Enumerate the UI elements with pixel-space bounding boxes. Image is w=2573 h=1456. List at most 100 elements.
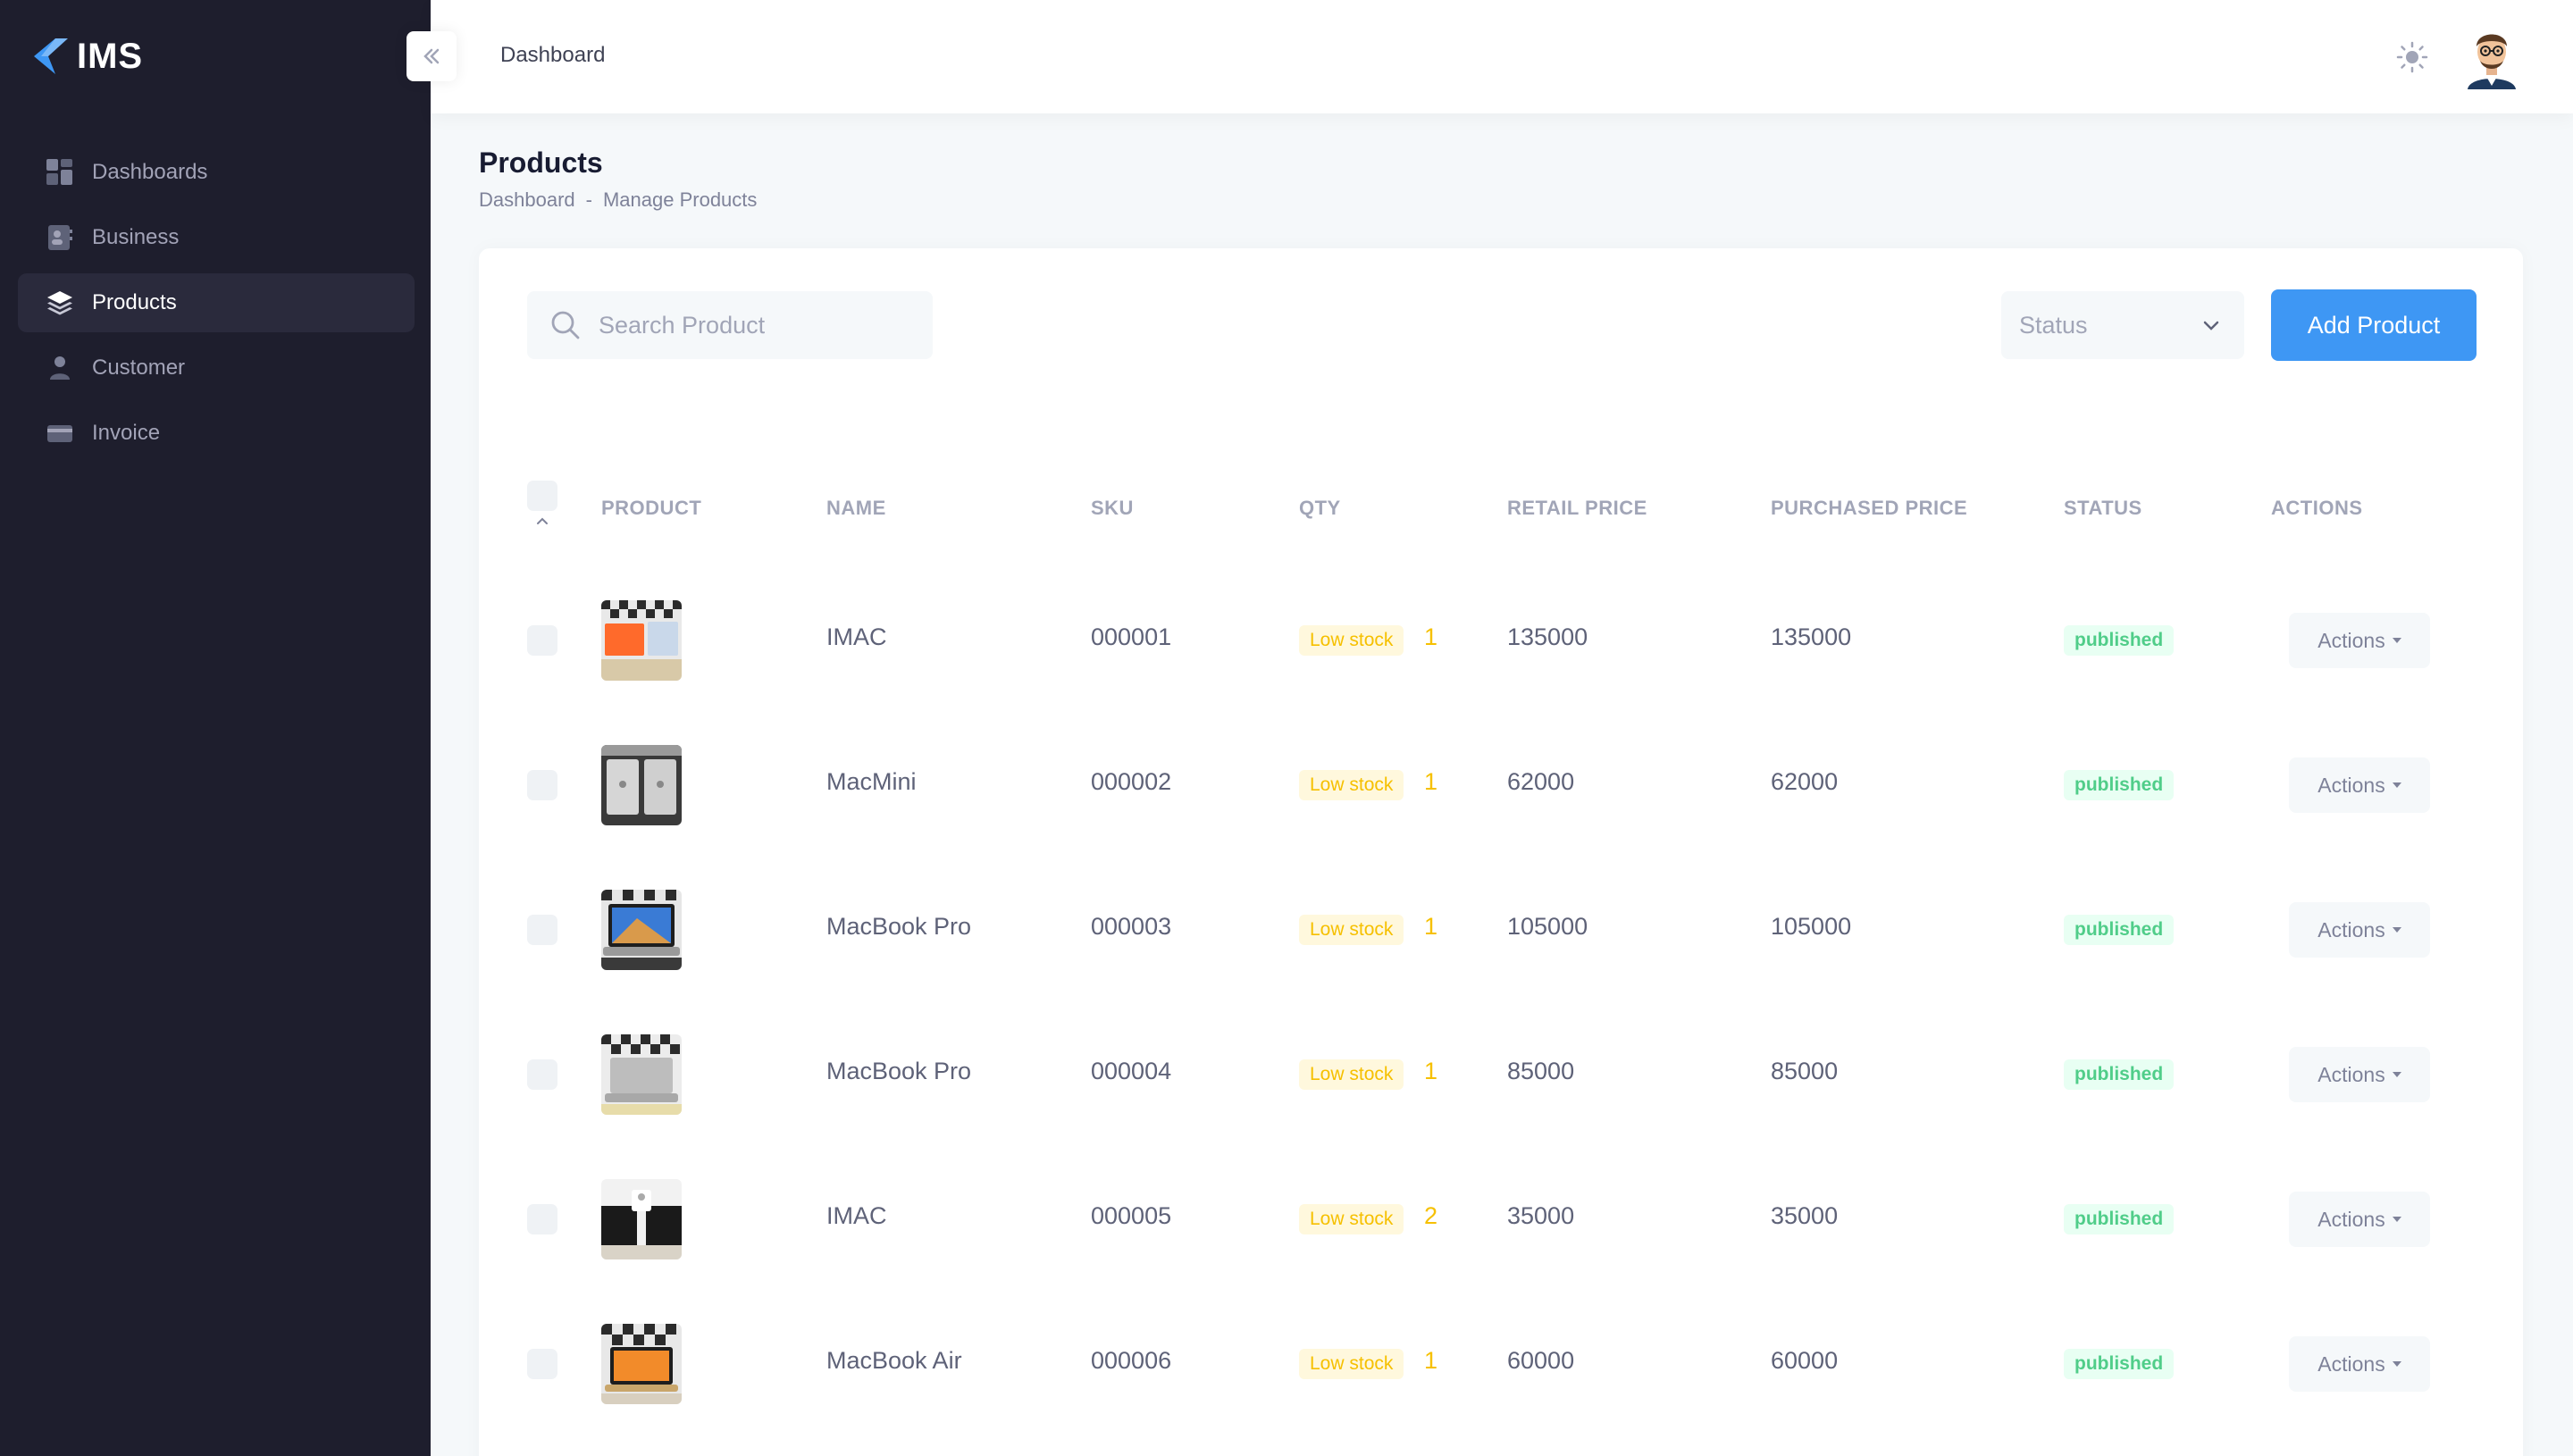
product-name: MacBook Air — [826, 1347, 962, 1374]
sidebar-item-invoice[interactable]: Invoice — [18, 404, 415, 463]
row-checkbox[interactable] — [527, 915, 557, 945]
actions-dropdown-button[interactable]: Actions — [2289, 613, 2430, 668]
row-checkbox[interactable] — [527, 1204, 557, 1234]
column-header-name[interactable]: NAME — [826, 497, 886, 520]
sidebar-item-customer[interactable]: Customer — [18, 339, 415, 397]
caret-down-icon — [2392, 638, 2401, 643]
actions-dropdown-button[interactable]: Actions — [2289, 1047, 2430, 1102]
low-stock-badge: Low stock — [1299, 625, 1404, 656]
low-stock-badge: Low stock — [1299, 1059, 1404, 1090]
chevron-down-icon — [2203, 321, 2219, 331]
row-checkbox[interactable] — [527, 625, 557, 656]
table-header: PRODUCT NAME SKU QTY RETAIL PRICE PURCHA… — [479, 479, 2523, 532]
product-name: MacBook Pro — [826, 1058, 972, 1084]
breadcrumb-item-dashboard[interactable]: Dashboard — [479, 188, 575, 212]
column-header-qty[interactable]: QTY — [1299, 497, 1341, 520]
products-card: Status Add Product PRODUCT NAME SKU QTY … — [479, 248, 2523, 1456]
business-icon — [46, 224, 73, 251]
table-row[interactable]: IMAC 000001 Low stock 1 135000 135000 pu… — [479, 568, 2523, 713]
caret-down-icon — [2392, 1361, 2401, 1367]
actions-label: Actions — [2317, 1207, 2385, 1231]
purchased-price: 105000 — [1771, 913, 1852, 940]
low-stock-badge: Low stock — [1299, 1349, 1404, 1379]
actions-dropdown-button[interactable]: Actions — [2289, 757, 2430, 813]
low-stock-badge: Low stock — [1299, 770, 1404, 800]
actions-label: Actions — [2317, 917, 2385, 941]
table-row[interactable]: MacBook Pro 000003 Low stock 1 105000 10… — [479, 858, 2523, 1002]
product-thumbnail — [601, 745, 682, 825]
caret-down-icon — [2392, 782, 2401, 788]
breadcrumb: Dashboard - Manage Products — [479, 188, 757, 212]
column-header-purchased-price[interactable]: PURCHASED PRICE — [1771, 497, 1967, 520]
search-icon — [551, 311, 580, 339]
user-avatar[interactable] — [2459, 23, 2525, 89]
retail-price: 135000 — [1507, 623, 1588, 650]
actions-dropdown-button[interactable]: Actions — [2289, 902, 2430, 958]
dashboard-icon — [46, 159, 73, 186]
layers-icon — [46, 289, 73, 316]
retail-price: 85000 — [1507, 1058, 1575, 1084]
actions-label: Actions — [2317, 773, 2385, 797]
product-thumbnail — [601, 890, 682, 970]
purchased-price: 135000 — [1771, 623, 1852, 650]
product-qty: 1 — [1424, 623, 1438, 650]
product-sku: 000005 — [1091, 1202, 1172, 1229]
product-qty: 1 — [1424, 1347, 1438, 1374]
product-sku: 000006 — [1091, 1347, 1172, 1374]
user-icon — [46, 355, 73, 381]
sidebar-item-label: Business — [92, 225, 180, 249]
status-select-value: Status — [2019, 311, 2088, 339]
actions-dropdown-button[interactable]: Actions — [2289, 1336, 2430, 1392]
actions-label: Actions — [2317, 1351, 2385, 1376]
low-stock-badge: Low stock — [1299, 915, 1404, 945]
purchased-price: 85000 — [1771, 1058, 1839, 1084]
column-header-status[interactable]: STATUS — [2064, 497, 2142, 520]
app-logo[interactable]: IMS — [29, 34, 143, 79]
sidebar-nav: Dashboards Business Products Customer In… — [18, 143, 415, 469]
sidebar-collapse-button[interactable] — [406, 31, 457, 81]
row-checkbox[interactable] — [527, 1059, 557, 1090]
retail-price: 62000 — [1507, 768, 1575, 795]
table-row[interactable]: IMAC 000005 Low stock 2 35000 35000 publ… — [479, 1147, 2523, 1292]
table-row[interactable]: MacBook Air 000006 Low stock 1 60000 600… — [479, 1292, 2523, 1436]
product-thumbnail — [601, 1034, 682, 1115]
column-header-retail-price[interactable]: RETAIL PRICE — [1507, 497, 1647, 520]
breadcrumb-separator: - — [585, 188, 592, 211]
purchased-price: 62000 — [1771, 768, 1839, 795]
product-name: IMAC — [826, 623, 887, 650]
column-header-sku[interactable]: SKU — [1091, 497, 1134, 520]
sidebar-item-label: Products — [92, 290, 177, 314]
actions-dropdown-button[interactable]: Actions — [2289, 1192, 2430, 1247]
sidebar-item-label: Customer — [92, 356, 186, 380]
sidebar-item-business[interactable]: Business — [18, 208, 415, 267]
sidebar-item-dashboards[interactable]: Dashboards — [18, 143, 415, 202]
row-checkbox[interactable] — [527, 770, 557, 800]
header-title: Dashboard — [500, 43, 606, 67]
logo-text: IMS — [77, 36, 144, 76]
caret-down-icon — [2392, 1217, 2401, 1222]
product-qty: 2 — [1424, 1202, 1438, 1229]
search-box[interactable] — [527, 291, 933, 359]
table-row[interactable]: MacBook Pro 000004 Low stock 1 85000 850… — [479, 1002, 2523, 1147]
product-thumbnail — [601, 600, 682, 681]
search-input[interactable] — [599, 311, 902, 339]
status-filter-select[interactable]: Status — [2001, 291, 2244, 359]
column-header-product[interactable]: PRODUCT — [601, 497, 701, 520]
sidebar-item-products[interactable]: Products — [18, 273, 415, 332]
product-name: MacMini — [826, 768, 917, 795]
add-product-button[interactable]: Add Product — [2271, 289, 2477, 361]
row-checkbox[interactable] — [527, 1349, 557, 1379]
actions-label: Actions — [2317, 1062, 2385, 1086]
status-badge: published — [2064, 1204, 2175, 1234]
actions-label: Actions — [2317, 628, 2385, 652]
status-badge: published — [2064, 770, 2175, 800]
table-row[interactable]: MacMini 000002 Low stock 1 62000 62000 p… — [479, 713, 2523, 858]
product-sku: 000002 — [1091, 768, 1172, 795]
status-badge: published — [2064, 1349, 2175, 1379]
top-header: Dashboard — [431, 0, 2573, 113]
status-badge: published — [2064, 625, 2175, 656]
product-sku: 000004 — [1091, 1058, 1172, 1084]
credit-card-icon — [46, 420, 73, 447]
theme-toggle-button[interactable] — [2394, 39, 2430, 75]
sun-icon — [2396, 41, 2428, 73]
